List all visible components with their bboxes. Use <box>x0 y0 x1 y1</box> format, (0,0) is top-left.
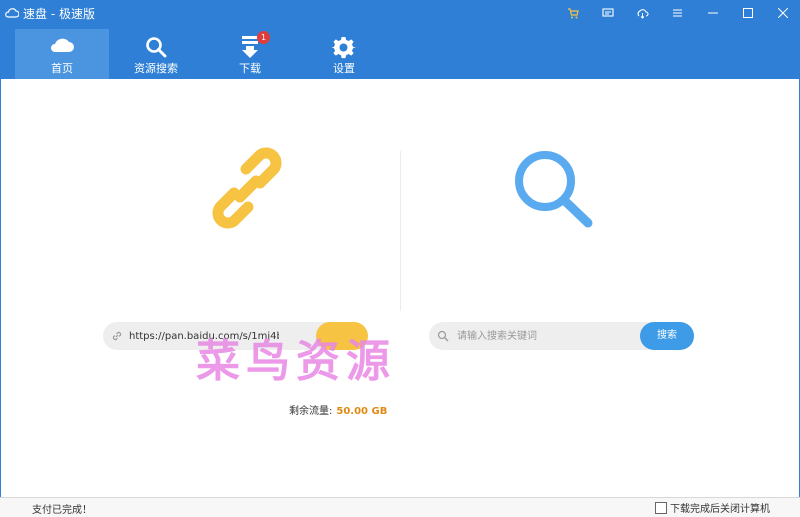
cloud-icon <box>51 38 74 52</box>
tab-home-label: 首页 <box>51 62 73 75</box>
search-keyword-input[interactable] <box>455 329 619 343</box>
tab-resource-search[interactable]: 资源搜索 <box>109 29 203 79</box>
title-bar: 速盘 - 极速版 首页 资源搜索 1 下载 设置 <box>0 0 800 79</box>
gear-icon <box>332 36 356 59</box>
tab-home[interactable]: 首页 <box>15 29 109 79</box>
app-cloud-icon <box>5 8 19 18</box>
download-count-badge: 1 <box>257 31 270 44</box>
remaining-traffic-value: 50.00 GB <box>336 406 388 417</box>
tab-settings[interactable]: 设置 <box>297 29 391 79</box>
app-title-text: 速盘 - 极速版 <box>23 6 95 21</box>
auto-shutdown-label: 下载完成后关闭计算机 <box>670 504 770 515</box>
status-bar: 支付已完成！ 下载完成后关闭计算机 <box>0 497 800 517</box>
panel-divider <box>400 151 401 311</box>
main-content: https://pan.baidu.com/s/1mi4bDE4s| 搜索 菜鸟… <box>0 79 800 497</box>
link-illustration-icon <box>204 147 290 232</box>
window-controls <box>555 0 800 26</box>
remaining-traffic-label: 剩余流量: <box>289 406 333 417</box>
close-icon[interactable] <box>765 0 800 26</box>
search-icon <box>146 37 167 58</box>
auto-shutdown-checkbox[interactable] <box>655 501 667 514</box>
search-button[interactable]: 搜索 <box>640 322 694 350</box>
auto-shutdown-option[interactable]: 下载完成后关闭计算机 <box>655 500 770 515</box>
app-title: 速盘 - 极速版 <box>5 4 95 22</box>
tab-download-label: 下载 <box>239 62 261 75</box>
cart-icon[interactable] <box>555 0 590 26</box>
tab-download[interactable]: 1 下载 <box>203 29 297 79</box>
status-message: 支付已完成！ <box>32 505 92 516</box>
message-icon[interactable] <box>590 0 625 26</box>
tab-resource-search-label: 资源搜索 <box>134 62 178 75</box>
sync-icon[interactable] <box>625 0 660 26</box>
link-icon <box>112 331 122 341</box>
resource-search-box[interactable]: 搜索 <box>429 322 694 350</box>
main-nav: 首页 资源搜索 1 下载 设置 <box>15 29 391 79</box>
watermark-text: 菜鸟资源 <box>196 336 396 387</box>
search-field-icon <box>437 330 449 342</box>
remaining-traffic: 剩余流量: 50.00 GB <box>289 402 387 417</box>
tab-settings-label: 设置 <box>333 62 355 75</box>
minimize-icon[interactable] <box>695 0 730 26</box>
maximize-icon[interactable] <box>730 0 765 26</box>
search-illustration-icon <box>510 149 600 234</box>
list-icon[interactable] <box>660 0 695 26</box>
